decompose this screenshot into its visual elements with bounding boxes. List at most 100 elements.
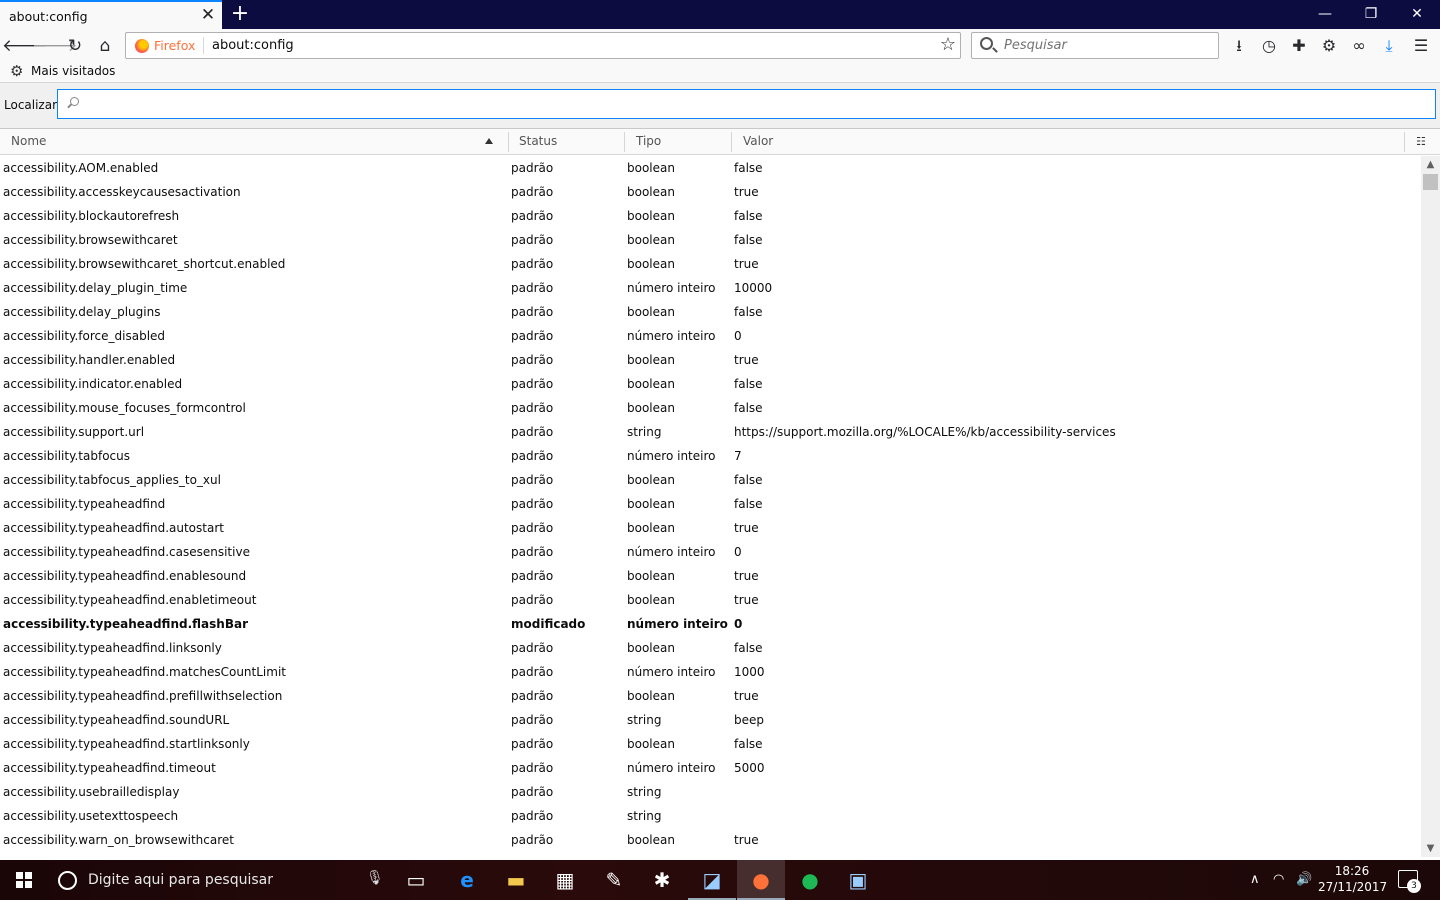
downloads-icon[interactable]: ⤓ bbox=[1376, 33, 1402, 59]
identity-label[interactable]: Firefox bbox=[154, 38, 195, 53]
bookmark-star-icon[interactable]: ☆ bbox=[940, 35, 956, 55]
table-row[interactable]: accessibility.typeaheadfind padrão boolean… bbox=[0, 492, 1420, 516]
table-row[interactable]: accessibility.indicator.enabled padrão boo… bbox=[0, 372, 1420, 396]
system-clock[interactable]: 18:26 27/11/2017 bbox=[1318, 863, 1387, 895]
pref-status: padrão bbox=[511, 377, 554, 391]
table-row[interactable]: accessibility.handler.enabled padrão boole… bbox=[0, 348, 1420, 372]
pref-value: false bbox=[734, 161, 763, 175]
pref-status: padrão bbox=[511, 233, 554, 247]
pref-type: boolean bbox=[627, 641, 675, 655]
history-icon[interactable]: ◷ bbox=[1256, 33, 1282, 59]
table-row[interactable]: accessibility.blockautorefresh padrão bool… bbox=[0, 204, 1420, 228]
pref-name: accessibility.typeaheadfind bbox=[3, 497, 166, 511]
home-button[interactable]: ⌂ bbox=[92, 33, 118, 59]
minimize-button[interactable]: — bbox=[1302, 0, 1348, 29]
pref-value: false bbox=[734, 497, 763, 511]
extensions-icon[interactable]: ✚ bbox=[1286, 33, 1312, 59]
table-row[interactable]: accessibility.typeaheadfind.matchesCount… bbox=[0, 660, 1420, 684]
column-divider[interactable] bbox=[624, 132, 625, 152]
private-mask-icon[interactable]: ∞ bbox=[1346, 33, 1372, 59]
volume-icon[interactable]: 🔊 bbox=[1296, 860, 1312, 900]
edge-icon[interactable]: e bbox=[443, 860, 491, 900]
pref-type: boolean bbox=[627, 233, 675, 247]
column-divider[interactable] bbox=[731, 132, 732, 152]
table-row[interactable]: accessibility.AOM.enabled padrão boolean fa… bbox=[0, 156, 1420, 180]
column-header-name[interactable]: Nome bbox=[11, 134, 46, 148]
table-row[interactable]: accessibility.typeaheadfind.enablesound p… bbox=[0, 564, 1420, 588]
forward-button[interactable]: 🡒 bbox=[32, 33, 78, 59]
table-row[interactable]: accessibility.typeaheadfind.linksonly pad… bbox=[0, 636, 1420, 660]
table-row[interactable]: accessibility.force_disabled padrão número… bbox=[0, 324, 1420, 348]
scroll-thumb[interactable] bbox=[1423, 174, 1438, 190]
table-row[interactable]: accessibility.delay_plugins padrão boolean… bbox=[0, 300, 1420, 324]
column-header-status[interactable]: Status bbox=[519, 134, 557, 148]
table-row[interactable]: accessibility.typeaheadfind.prefillwiths… bbox=[0, 684, 1420, 708]
pref-value: true bbox=[734, 353, 759, 367]
tab-about-config[interactable]: about:config ✕ bbox=[0, 0, 222, 29]
table-row[interactable]: accessibility.typeaheadfind.timeout padrã… bbox=[0, 756, 1420, 780]
tab-close-icon[interactable]: ✕ bbox=[197, 5, 219, 25]
table-row[interactable]: accessibility.support.url padrão string htt… bbox=[0, 420, 1420, 444]
column-divider[interactable] bbox=[1404, 132, 1405, 152]
url-bar[interactable]: Firefox about:config ☆ bbox=[125, 32, 961, 59]
table-row[interactable]: accessibility.typeaheadfind.autostart pad… bbox=[0, 516, 1420, 540]
table-row[interactable]: accessibility.mouse_focuses_formcontrol p… bbox=[0, 396, 1420, 420]
tray-chevron-icon[interactable]: ∧ bbox=[1250, 860, 1260, 900]
scroll-up-arrow-icon[interactable]: ▲ bbox=[1421, 156, 1440, 173]
table-row[interactable]: accessibility.tabfocus padrão número intei… bbox=[0, 444, 1420, 468]
menu-hamburger-icon[interactable]: ☰ bbox=[1408, 33, 1434, 59]
table-row[interactable]: accessibility.typeaheadfind.casesensitiv… bbox=[0, 540, 1420, 564]
table-row[interactable]: accessibility.tabfocus_applies_to_xul pad… bbox=[0, 468, 1420, 492]
table-row[interactable]: accessibility.delay_plugin_time padrão núm… bbox=[0, 276, 1420, 300]
app-icon-notes[interactable]: ◪ bbox=[688, 860, 736, 900]
scroll-down-arrow-icon[interactable]: ▼ bbox=[1421, 840, 1440, 857]
pref-name: accessibility.typeaheadfind.autostart bbox=[3, 521, 224, 535]
pref-type: número inteiro bbox=[627, 449, 716, 463]
wifi-icon[interactable]: ◠ bbox=[1273, 860, 1284, 900]
app-icon-paint[interactable]: ✎ bbox=[590, 860, 638, 900]
pref-type: boolean bbox=[627, 593, 675, 607]
restore-button[interactable]: ❐ bbox=[1348, 0, 1394, 29]
reload-button[interactable]: ↻ bbox=[62, 33, 88, 59]
column-header-type[interactable]: Tipo bbox=[636, 134, 661, 148]
close-window-button[interactable]: ✕ bbox=[1394, 0, 1440, 29]
table-row[interactable]: accessibility.warn_on_browsewithcaret pad… bbox=[0, 828, 1420, 852]
library-icon[interactable]: ⭳ bbox=[1226, 33, 1252, 59]
vertical-scrollbar[interactable]: ▲ ▼ bbox=[1421, 156, 1440, 857]
table-row[interactable]: accessibility.accesskeycausesactivation p… bbox=[0, 180, 1420, 204]
table-row[interactable]: accessibility.browsewithcaret_shortcut.e… bbox=[0, 252, 1420, 276]
back-button[interactable]: 🡐 bbox=[2, 33, 48, 59]
pref-status: padrão bbox=[511, 785, 554, 799]
file-explorer-icon[interactable]: ▬ bbox=[492, 860, 540, 900]
bookmark-most-visited[interactable]: Mais visitados bbox=[31, 64, 115, 78]
table-row[interactable]: accessibility.usetexttospeech padrão strin… bbox=[0, 804, 1420, 828]
store-icon[interactable]: ▦ bbox=[541, 860, 589, 900]
settings-gear-icon[interactable]: ⚙ bbox=[1316, 33, 1342, 59]
url-text[interactable]: about:config bbox=[212, 38, 294, 53]
firefox-taskbar-icon[interactable]: ● bbox=[737, 860, 785, 900]
microphone-icon[interactable]: 🎙 bbox=[366, 870, 384, 886]
table-row[interactable]: accessibility.browsewithcaret padrão boole… bbox=[0, 228, 1420, 252]
table-row[interactable]: accessibility.typeaheadfind.soundURL padr… bbox=[0, 708, 1420, 732]
pref-name: accessibility.usetexttospeech bbox=[3, 809, 179, 823]
task-view-icon[interactable]: ▭ bbox=[392, 860, 440, 900]
pref-status: padrão bbox=[511, 809, 554, 823]
spotify-icon[interactable]: ● bbox=[786, 860, 834, 900]
pref-name: accessibility.typeaheadfind.casesensitiv… bbox=[3, 545, 250, 559]
app-icon-settings[interactable]: ✱ bbox=[638, 860, 686, 900]
new-tab-button[interactable]: + bbox=[228, 1, 252, 27]
column-divider[interactable] bbox=[508, 132, 509, 152]
app-icon-network[interactable]: ▣ bbox=[834, 860, 882, 900]
column-header-value[interactable]: Valor bbox=[743, 134, 773, 148]
taskbar-search-box[interactable]: Digite aqui para pesquisar 🎙 bbox=[48, 860, 392, 900]
pref-name: accessibility.support.url bbox=[3, 425, 145, 439]
table-row[interactable]: accessibility.usebrailledisplay padrão str… bbox=[0, 780, 1420, 804]
table-row[interactable]: accessibility.typeaheadfind.startlinkson… bbox=[0, 732, 1420, 756]
start-button[interactable] bbox=[0, 860, 48, 900]
pref-name: accessibility.mouse_focuses_formcontrol bbox=[3, 401, 246, 415]
column-picker-icon[interactable]: ☷ bbox=[1416, 135, 1426, 148]
find-input[interactable] bbox=[57, 89, 1436, 119]
table-row[interactable]: accessibility.typeaheadfind.enabletimeou… bbox=[0, 588, 1420, 612]
search-bar[interactable]: Pesquisar bbox=[971, 32, 1219, 59]
table-row[interactable]: accessibility.typeaheadfind.flashBar modi… bbox=[0, 612, 1420, 636]
